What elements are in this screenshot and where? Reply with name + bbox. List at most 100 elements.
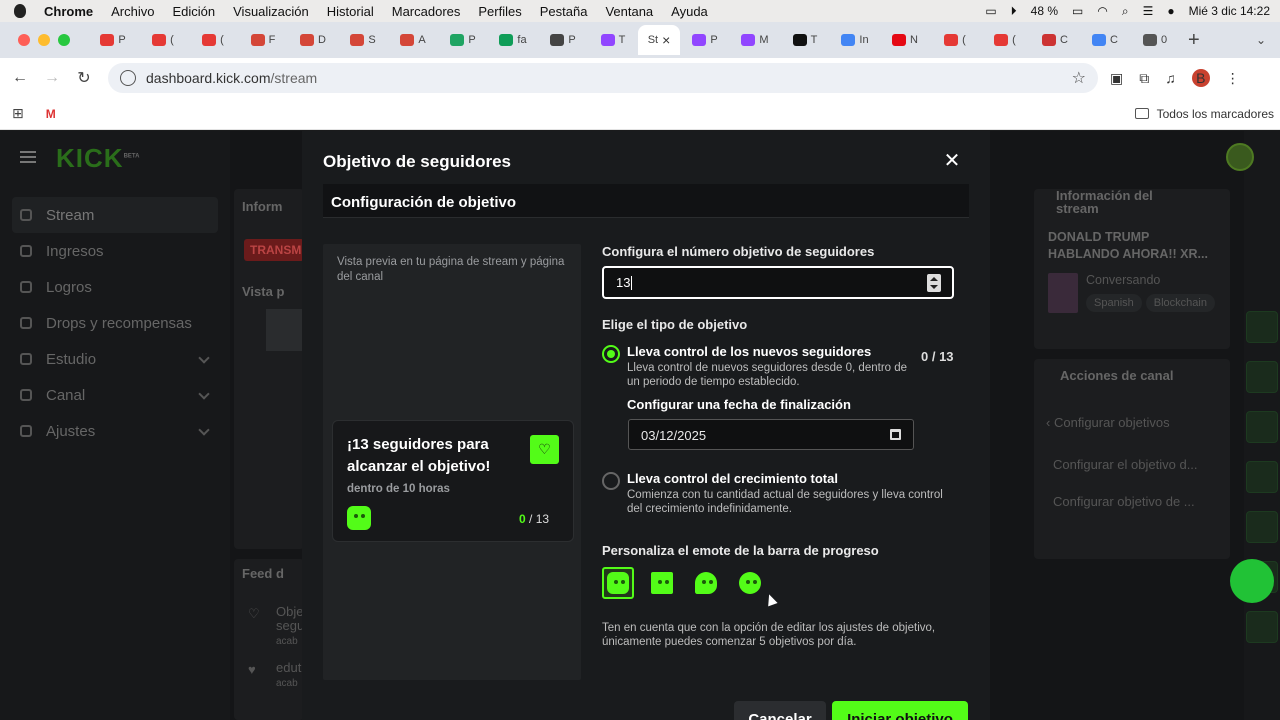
browser-tab[interactable]: 0 (1130, 25, 1180, 55)
sidebar-item-estudio[interactable]: Estudio (12, 341, 218, 377)
browser-tab[interactable]: In (830, 25, 880, 55)
emote-option-1[interactable] (602, 567, 634, 599)
end-date-input[interactable]: 03/12/2025 (628, 419, 914, 450)
browser-tab[interactable]: P (438, 25, 488, 55)
action-link[interactable]: Configurar el objetivo d... (1053, 457, 1213, 472)
bookmark-star-icon[interactable]: ☆ (1072, 68, 1086, 88)
sidebar-item-drops[interactable]: Drops y recompensas (12, 305, 218, 341)
browser-tab[interactable]: ( (138, 25, 188, 55)
zoom-window-icon[interactable] (58, 34, 70, 46)
play-icon[interactable]: ⏵ (1011, 4, 1017, 19)
browser-tab[interactable]: C (1080, 25, 1130, 55)
help-chat-button[interactable] (1230, 559, 1274, 603)
browser-tab[interactable]: T (780, 25, 830, 55)
browser-tab[interactable]: P (538, 25, 588, 55)
menu-pestana[interactable]: Pestaña (540, 4, 588, 19)
new-tab-icon[interactable]: + (1188, 29, 1200, 52)
url-bar[interactable]: dashboard.kick.com/stream ☆ (108, 63, 1098, 93)
minimize-window-icon[interactable] (38, 34, 50, 46)
extension-kick-icon[interactable]: ▣ (1110, 70, 1123, 87)
category-name[interactable]: Conversando (1086, 273, 1219, 287)
close-icon[interactable]: ✕ (942, 151, 962, 171)
menu-app-name[interactable]: Chrome (44, 4, 93, 19)
siri-icon[interactable]: ● (1167, 4, 1174, 18)
browser-tab[interactable]: F (238, 25, 288, 55)
browser-tab[interactable]: M (730, 25, 780, 55)
all-bookmarks[interactable]: Todos los marcadores (1134, 107, 1274, 121)
option-total-growth-title[interactable]: Lleva control del crecimiento total (627, 471, 838, 486)
browser-tab[interactable]: A (388, 25, 438, 55)
browser-tab[interactable]: D (288, 25, 338, 55)
user-avatar[interactable] (1226, 143, 1254, 171)
start-goal-button[interactable]: Iniciar objetivo (832, 701, 968, 720)
close-window-icon[interactable] (18, 34, 30, 46)
emote-option-2[interactable] (646, 567, 678, 599)
radio-new-followers[interactable] (602, 345, 620, 363)
browser-tab[interactable]: ( (980, 25, 1030, 55)
battery-icon[interactable]: ▭ (1072, 4, 1083, 18)
search-icon[interactable]: ⌕ (1122, 4, 1129, 19)
toolbar-button[interactable] (1246, 511, 1278, 543)
number-stepper-icon[interactable] (927, 274, 941, 292)
target-number-input[interactable]: 13 (602, 266, 954, 299)
browser-tab[interactable]: T (588, 25, 638, 55)
actions-back-link[interactable]: ‹ Configurar objetivos (1046, 415, 1170, 430)
browser-tab[interactable]: ( (930, 25, 980, 55)
browser-tab[interactable]: P (88, 25, 138, 55)
sidebar-item-stream[interactable]: Stream (12, 197, 218, 233)
menu-archivo[interactable]: Archivo (111, 4, 154, 19)
action-link[interactable]: Configurar objetivo de ... (1053, 494, 1213, 509)
toolbar-button[interactable] (1246, 361, 1278, 393)
kick-logo[interactable]: KICKBETA (56, 143, 139, 174)
clock[interactable]: Mié 3 dic 14:22 (1189, 4, 1270, 18)
wifi-icon[interactable]: ◠ (1097, 4, 1107, 18)
emote-option-3[interactable] (690, 567, 722, 599)
control-center-icon[interactable]: ☰ (1143, 4, 1154, 18)
emote-option-4[interactable] (734, 567, 766, 599)
browser-tab[interactable]: ( (188, 25, 238, 55)
browser-tab[interactable]: S (338, 25, 388, 55)
browser-tab[interactable]: C (1030, 25, 1080, 55)
gmail-bookmark-icon[interactable]: M (46, 107, 56, 121)
menu-marcadores[interactable]: Marcadores (392, 4, 461, 19)
browser-tab[interactable]: St × (638, 25, 680, 55)
sidebar-item-canal[interactable]: Canal (12, 377, 218, 413)
toolbar-button[interactable] (1246, 611, 1278, 643)
apps-grid-icon[interactable]: ⊞ (12, 105, 24, 122)
menu-historial[interactable]: Historial (327, 4, 374, 19)
toolbar-button[interactable] (1246, 461, 1278, 493)
toolbar-button[interactable] (1246, 411, 1278, 443)
option-new-followers-title[interactable]: Lleva control de los nuevos seguidores (627, 344, 871, 359)
calendar-icon[interactable] (890, 429, 901, 440)
media-icon[interactable]: ♫ (1165, 70, 1176, 86)
sidebar-item-ajustes[interactable]: Ajustes (12, 413, 218, 449)
close-tab-icon[interactable]: × (662, 32, 670, 48)
forward-icon[interactable]: → (36, 69, 68, 87)
radio-total-growth[interactable] (602, 472, 620, 490)
back-icon[interactable]: ← (4, 69, 36, 87)
menu-visualizacion[interactable]: Visualización (233, 4, 309, 19)
reload-icon[interactable]: ↻ (68, 68, 100, 88)
browser-tab[interactable]: fa (488, 25, 538, 55)
stream-preview-thumbnail[interactable] (266, 309, 302, 351)
menu-perfiles[interactable]: Perfiles (478, 4, 521, 19)
menu-edicion[interactable]: Edición (172, 4, 215, 19)
profile-avatar[interactable]: B (1191, 69, 1210, 87)
sidebar-item-ingresos[interactable]: Ingresos (12, 233, 218, 269)
more-menu-icon[interactable]: ⋮ (1226, 70, 1240, 87)
cancel-button[interactable]: Cancelar (734, 701, 826, 720)
category-thumbnail[interactable] (1048, 273, 1078, 313)
apple-icon[interactable] (14, 4, 26, 18)
toolbar-button[interactable] (1246, 311, 1278, 343)
site-info-icon[interactable] (120, 70, 136, 86)
tag[interactable]: Blockchain (1145, 294, 1215, 312)
sidebar-item-logros[interactable]: Logros (12, 269, 218, 305)
tab-search-icon[interactable]: ⌄ (1256, 33, 1266, 47)
menu-ayuda[interactable]: Ayuda (671, 4, 708, 19)
extensions-icon[interactable]: ⧉ (1139, 70, 1149, 87)
browser-tab[interactable]: P (680, 25, 730, 55)
browser-tab[interactable]: N (880, 25, 930, 55)
menu-ventana[interactable]: Ventana (605, 4, 653, 19)
screen-icon[interactable]: ▭ (985, 4, 996, 18)
tag[interactable]: Spanish (1086, 294, 1142, 312)
